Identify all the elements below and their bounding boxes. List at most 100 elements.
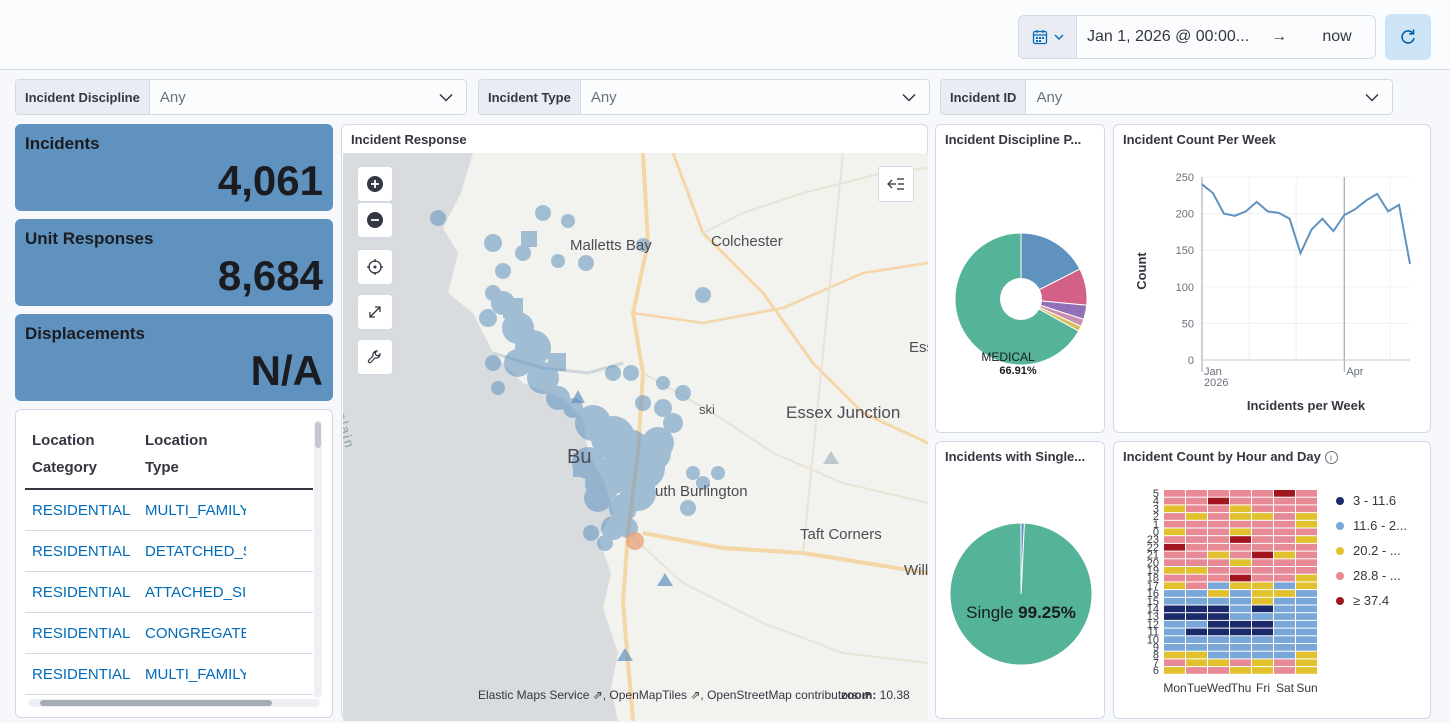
start-date[interactable]: Jan 1, 2026 @ 00:00... <box>1077 28 1259 46</box>
chevron-down-icon[interactable] <box>889 89 929 105</box>
heatmap-cell <box>1274 528 1295 536</box>
location-table-panel: Location Category Location Type RESIDENTIA… <box>15 409 333 718</box>
cell-location-type[interactable]: CONGREGATE <box>138 625 246 642</box>
heatmap-cell <box>1230 559 1251 566</box>
heatmap-cell <box>1164 520 1185 528</box>
legend-swatch <box>1336 572 1344 580</box>
scrollbar-thumb[interactable] <box>40 700 272 706</box>
layers-toggle-button[interactable] <box>878 166 914 202</box>
cell-location-category[interactable]: RESIDENTIAL <box>25 666 138 683</box>
zoom-in-button[interactable] <box>357 166 393 202</box>
day-label: Sat <box>1276 681 1295 695</box>
heatmap-cell <box>1296 543 1317 551</box>
table-row: RESIDENTIAL MULTI_FAMILY <box>25 654 313 695</box>
heatmap-cell <box>1230 667 1251 674</box>
day-label: Fri <box>1256 681 1270 695</box>
heatmap-cell <box>1252 520 1273 528</box>
arrow-right-icon: → <box>1271 28 1287 45</box>
cell-location-category[interactable]: RESIDENTIAL <box>25 584 138 601</box>
heatmap-cell <box>1230 505 1251 513</box>
location-table: Location Category Location Type RESIDENTIA… <box>25 420 313 695</box>
heatmap-cell <box>1274 651 1295 659</box>
heatmap-cell <box>1186 497 1207 505</box>
fullscreen-button[interactable] <box>357 294 393 330</box>
heatmap-cell <box>1164 605 1185 613</box>
heatmap-cell <box>1296 559 1317 566</box>
heatmap-cell <box>1296 574 1317 582</box>
heatmap-cell <box>1252 582 1273 590</box>
cell-location-category[interactable]: RESIDENTIAL <box>25 502 138 519</box>
quick-select-button[interactable] <box>1019 16 1077 58</box>
column-header-location-type[interactable]: Location Type <box>138 427 246 481</box>
heatmap-cell <box>1296 620 1317 628</box>
plus-icon <box>367 176 383 192</box>
tools-button[interactable] <box>357 339 393 375</box>
heatmap-cell <box>1296 567 1317 574</box>
heatmap-cell <box>1208 543 1229 551</box>
map-canvas[interactable]: Malletts Bay Colchester Ess Essex Juncti… <box>343 153 928 721</box>
discipline-pie-chart: MEDICAL66.91% <box>954 232 1088 377</box>
heatmap-cell <box>1208 536 1229 543</box>
heatmap-cell <box>1208 505 1229 513</box>
filter-incident-discipline[interactable]: Incident Discipline Any <box>15 79 467 115</box>
heatmap-cell <box>1186 636 1207 643</box>
date-picker[interactable]: Jan 1, 2026 @ 00:00... → now <box>1018 15 1376 59</box>
cell-location-type[interactable]: MULTI_FAMILY <box>138 502 246 519</box>
chevron-down-icon[interactable] <box>426 89 466 105</box>
heatmap-cell <box>1230 582 1251 590</box>
cell-location-category[interactable]: RESIDENTIAL <box>25 543 138 560</box>
refresh-button[interactable] <box>1385 14 1431 60</box>
heatmap-cell <box>1274 636 1295 643</box>
filter-incident-type[interactable]: Incident Type Any <box>478 79 930 115</box>
cell-location-type[interactable]: DETATCHED_S <box>138 543 246 560</box>
column-header-location-category[interactable]: Location Category <box>25 427 138 481</box>
heatmap-cell <box>1186 613 1207 620</box>
map-attribution[interactable]: Elastic Maps Service ⇗, OpenMapTiles ⇗, … <box>478 688 871 702</box>
filter-incident-id[interactable]: Incident ID Any <box>940 79 1393 115</box>
expand-icon <box>369 306 381 318</box>
heatmap-cell <box>1208 490 1229 497</box>
map-place-label: Ess <box>909 339 928 356</box>
map-place-label: Essex Junction <box>786 403 901 422</box>
heatmap-cell <box>1252 605 1273 613</box>
info-icon[interactable]: i <box>1324 451 1338 464</box>
cell-location-type[interactable]: MULTI_FAMILY <box>138 666 246 683</box>
zoom-out-button[interactable] <box>357 202 393 238</box>
filter-value[interactable]: Any <box>1026 89 1352 106</box>
table-row: RESIDENTIAL ATTACHED_SI <box>25 572 313 613</box>
scrollbar-thumb[interactable] <box>315 422 321 448</box>
chevron-down-icon[interactable] <box>1352 89 1392 105</box>
heatmap-cell <box>1186 528 1207 536</box>
heatmap-cell <box>1274 551 1295 559</box>
heatmap-cell <box>1296 651 1317 659</box>
heatmap-cell <box>1186 667 1207 674</box>
map-place-label: Bu <box>567 446 592 468</box>
heatmap-cell <box>1274 574 1295 582</box>
heatmap-cell <box>1252 628 1273 636</box>
metric-title: Displacements <box>25 324 145 343</box>
filter-label: Incident Type <box>479 80 581 114</box>
legend-label: 11.6 - 2... <box>1353 518 1407 533</box>
heatmap-cell <box>1230 605 1251 613</box>
filter-value[interactable]: Any <box>150 89 426 106</box>
heatmap-cell <box>1252 597 1273 605</box>
filter-value[interactable]: Any <box>581 89 889 106</box>
heatmap-cell <box>1164 505 1185 513</box>
vertical-scrollbar[interactable] <box>314 420 322 698</box>
cell-location-category[interactable]: RESIDENTIAL <box>25 625 138 642</box>
horizontal-scrollbar[interactable] <box>28 699 320 707</box>
heatmap-cell <box>1274 559 1295 566</box>
heatmap-cell <box>1164 659 1185 667</box>
heatmap-cell <box>1164 528 1185 536</box>
cell-location-type[interactable]: ATTACHED_SI <box>138 584 246 601</box>
heatmap-cell <box>1164 636 1185 643</box>
x-axis-label: Incidents per Week <box>1247 398 1366 413</box>
reset-view-button[interactable] <box>357 249 393 285</box>
heatmap-panel: Incident Count by Hour and Day i 5432102… <box>1113 441 1431 719</box>
end-date[interactable]: now <box>1299 28 1375 46</box>
legend-label: 20.2 - ... <box>1353 543 1401 558</box>
heatmap-cell <box>1274 628 1295 636</box>
heatmap-cell <box>1296 644 1317 651</box>
heatmap-cell <box>1164 551 1185 559</box>
heatmap-cell <box>1230 620 1251 628</box>
